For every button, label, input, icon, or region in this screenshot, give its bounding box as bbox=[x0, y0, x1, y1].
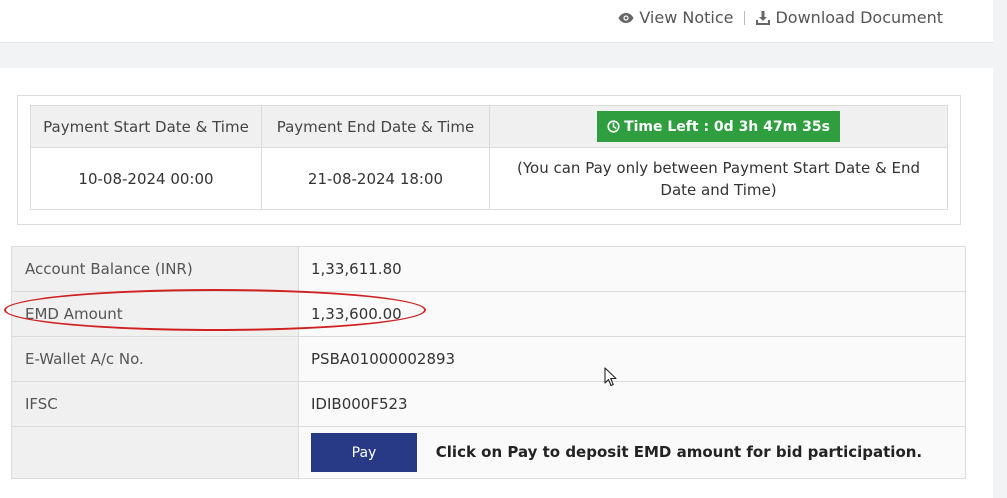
view-notice-link[interactable]: View Notice bbox=[618, 8, 733, 27]
col-end-header: Payment End Date & Time bbox=[261, 105, 490, 148]
download-icon bbox=[756, 10, 771, 25]
start-datetime: 10-08-2024 00:00 bbox=[30, 147, 262, 210]
view-notice-label: View Notice bbox=[639, 8, 734, 27]
eye-icon bbox=[618, 12, 634, 23]
col-start-header: Payment Start Date & Time bbox=[30, 105, 262, 148]
table-row: E-Wallet A/c No. PSBA01000002893 bbox=[11, 336, 966, 382]
table-row: EMD Amount 1,33,600.00 bbox=[11, 291, 966, 337]
top-links: View Notice Download Document bbox=[618, 8, 943, 27]
ewallet-account-label: E-Wallet A/c No. bbox=[11, 336, 299, 382]
time-left-cell: Time Left : 0d 3h 47m 35s bbox=[489, 105, 948, 148]
ewallet-account-value: PSBA01000002893 bbox=[298, 336, 966, 382]
table-row: Pay Click on Pay to deposit EMD amount f… bbox=[11, 426, 966, 479]
end-datetime: 21-08-2024 18:00 bbox=[261, 147, 490, 210]
payment-note: (You can Pay only between Payment Start … bbox=[489, 147, 948, 210]
time-left-text: Time Left : 0d 3h 47m 35s bbox=[624, 118, 830, 135]
payment-panel: Payment Start Date & Time Payment End Da… bbox=[0, 68, 993, 498]
account-balance-value: 1,33,611.80 bbox=[298, 246, 966, 292]
emd-amount-value: 1,33,600.00 bbox=[298, 291, 966, 337]
emd-amount-label: EMD Amount bbox=[11, 291, 299, 337]
download-document-link[interactable]: Download Document bbox=[756, 8, 943, 27]
top-bar: View Notice Download Document bbox=[0, 0, 993, 43]
download-document-label: Download Document bbox=[775, 8, 943, 27]
account-balance-label: Account Balance (INR) bbox=[11, 246, 299, 292]
pay-action-cell: Pay Click on Pay to deposit EMD amount f… bbox=[298, 426, 966, 479]
table-row: 10-08-2024 00:00 21-08-2024 18:00 (You c… bbox=[30, 147, 948, 210]
table-row: Account Balance (INR) 1,33,611.80 bbox=[11, 246, 966, 292]
divider bbox=[744, 10, 746, 25]
payment-window-table: Payment Start Date & Time Payment End Da… bbox=[30, 105, 948, 210]
payment-details-table: Account Balance (INR) 1,33,611.80 EMD Am… bbox=[11, 246, 966, 479]
ifsc-value: IDIB000F523 bbox=[298, 381, 966, 427]
table-header-row: Payment Start Date & Time Payment End Da… bbox=[30, 105, 948, 148]
table-row: IFSC IDIB000F523 bbox=[11, 381, 966, 427]
pay-instruction: Click on Pay to deposit EMD amount for b… bbox=[435, 442, 923, 461]
time-left-badge: Time Left : 0d 3h 47m 35s bbox=[597, 111, 840, 142]
ifsc-label: IFSC bbox=[11, 381, 299, 427]
payment-window-box: Payment Start Date & Time Payment End Da… bbox=[17, 95, 961, 225]
pay-button[interactable]: Pay bbox=[311, 433, 417, 472]
empty-label-cell bbox=[11, 426, 299, 479]
mouse-cursor-icon bbox=[604, 367, 617, 387]
clock-icon bbox=[607, 120, 620, 133]
section-gap bbox=[0, 44, 993, 68]
